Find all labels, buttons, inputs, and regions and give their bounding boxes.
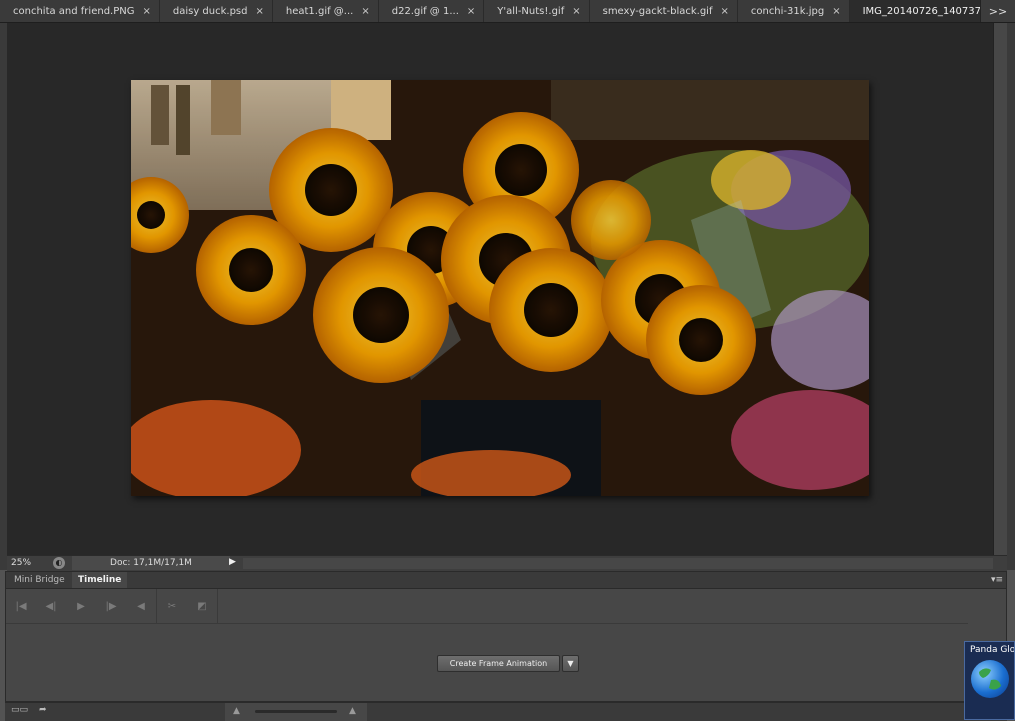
document-tab[interactable]: heat1.gif @... × [272,0,379,22]
scissors-icon[interactable]: ✂ [157,589,187,623]
tab-label: daisy duck.psd [172,5,248,17]
tab-label: conchi-31k.jpg [750,5,825,17]
close-icon[interactable]: × [832,6,840,17]
play-icon[interactable]: ▶ [66,589,96,623]
antivirus-widget[interactable]: Panda Glo [964,641,1015,720]
step-forward-icon[interactable]: |▶ [96,589,126,623]
close-icon[interactable]: × [361,6,369,17]
document-tab[interactable]: conchi-31k.jpg × [737,0,850,22]
divider [217,589,218,623]
proof-status-icon[interactable]: ◐ [53,557,65,569]
left-panel-edge [0,23,7,570]
panel-menu-icon[interactable]: ▾≡ [991,572,1003,588]
vertical-scrollbar[interactable] [993,23,1008,555]
document-tab[interactable]: conchita and friend.PNG × [0,0,160,22]
zoom-out-icon[interactable]: ▲ [233,706,240,716]
document-tab-bar: conchita and friend.PNG × daisy duck.psd ×… [0,0,1015,23]
status-menu-arrow-icon[interactable]: ▶ [229,557,236,567]
timeline-panel: Mini Bridge Timeline ▾≡ |◀ ◀| ▶ |▶ ◀ ✂ ◩… [5,571,1007,702]
convert-arrow-icon[interactable]: ➦ [39,705,47,715]
globe-icon [971,660,1009,698]
tab-mini-bridge[interactable]: Mini Bridge [8,572,71,588]
document-tab[interactable]: daisy duck.psd × [159,0,273,22]
panel-tab-bar: Mini Bridge Timeline ▾≡ [6,572,1006,589]
tab-timeline[interactable]: Timeline [72,572,128,588]
document-tab[interactable]: Y'all-Nuts!.gif × [484,0,590,22]
widget-title: Panda Glo [970,645,1014,655]
right-panel-edge [1007,23,1015,570]
skip-back-icon[interactable]: |◀ [6,589,36,623]
document-image[interactable] [131,80,869,496]
document-size-info[interactable]: Doc: 17,1M/17,1M [72,556,230,570]
close-icon[interactable]: × [256,6,264,17]
tab-label: d22.gif @ 1... [391,5,459,17]
zoom-in-icon[interactable]: ▲ [349,706,356,716]
create-frame-animation-button[interactable]: Create Frame Animation [437,655,560,672]
sunflower-photo-illustration [131,80,869,496]
document-tab[interactable]: smexy-gackt-black.gif × [589,0,738,22]
chevron-down-icon[interactable]: ▼ [562,655,579,672]
close-icon[interactable]: × [142,6,150,17]
tab-label: smexy-gackt-black.gif [602,5,713,17]
slider-track[interactable] [255,710,337,713]
audio-icon[interactable]: ◀ [126,589,156,623]
document-tab[interactable]: d22.gif @ 1... × [378,0,485,22]
timeline-controls: |◀ ◀| ▶ |▶ ◀ ✂ ◩ [6,589,968,624]
status-bar: 25% ◐ Doc: 17,1M/17,1M ▶ [7,555,1007,571]
tab-label: conchita and friend.PNG [13,5,135,17]
tab-overflow-icon[interactable]: >> [980,0,1015,22]
close-icon[interactable]: × [467,6,475,17]
transition-icon[interactable]: ◩ [187,589,217,623]
zoom-level-field[interactable]: 25% [11,557,49,569]
close-icon[interactable]: × [720,6,728,17]
panel-bottom-bar: ▭▭ ➦ ▲ ▲ [5,702,1007,721]
timeline-zoom-slider[interactable]: ▲ ▲ [225,703,367,721]
frame-view-icon[interactable]: ▭▭ [11,705,28,715]
horizontal-scrollbar[interactable] [243,558,993,569]
tab-label: heat1.gif @... [285,5,354,17]
close-icon[interactable]: × [572,6,580,17]
step-back-icon[interactable]: ◀| [36,589,66,623]
tab-label: Y'all-Nuts!.gif [497,5,565,17]
